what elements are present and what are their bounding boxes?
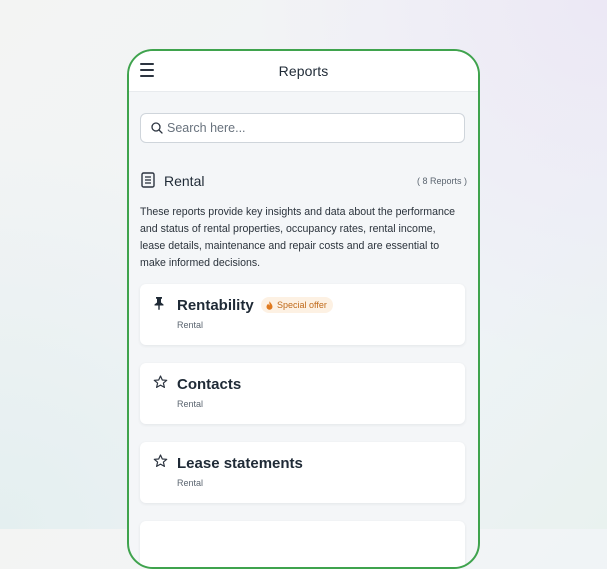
report-title: Contacts xyxy=(177,376,242,393)
report-card-lease-statements[interactable]: Lease statements Rental xyxy=(140,442,465,503)
star-icon[interactable] xyxy=(153,375,168,389)
report-title: Rentability xyxy=(177,297,254,314)
top-bar: Reports xyxy=(129,51,478,92)
section-header: Rental ( 8 Reports ) xyxy=(140,172,467,190)
phone-frame: Reports Rental ( 8 Reports ) These repor… xyxy=(127,49,480,569)
special-offer-badge: Special offer xyxy=(261,297,333,313)
search-icon xyxy=(151,122,163,134)
flame-icon xyxy=(266,300,273,310)
report-card-rentability[interactable]: Rentability Special offer Rental xyxy=(140,284,465,345)
report-title: Lease statements xyxy=(177,455,303,472)
section-description: These reports provide key insights and d… xyxy=(140,206,456,269)
section-title: Rental xyxy=(164,173,205,189)
badge-label: Special offer xyxy=(277,300,327,310)
report-category: Rental xyxy=(177,320,204,330)
report-category: Rental xyxy=(177,478,204,488)
pin-icon[interactable] xyxy=(153,296,165,310)
document-icon xyxy=(141,172,155,188)
search-box[interactable] xyxy=(140,113,465,143)
report-card-contacts[interactable]: Contacts Rental xyxy=(140,363,465,424)
search-input[interactable] xyxy=(167,119,447,137)
star-icon[interactable] xyxy=(153,454,168,468)
report-count: ( 8 Reports ) xyxy=(416,176,467,186)
report-category: Rental xyxy=(177,399,204,409)
page-title: Reports xyxy=(278,63,329,79)
report-card-partial[interactable] xyxy=(140,521,465,567)
